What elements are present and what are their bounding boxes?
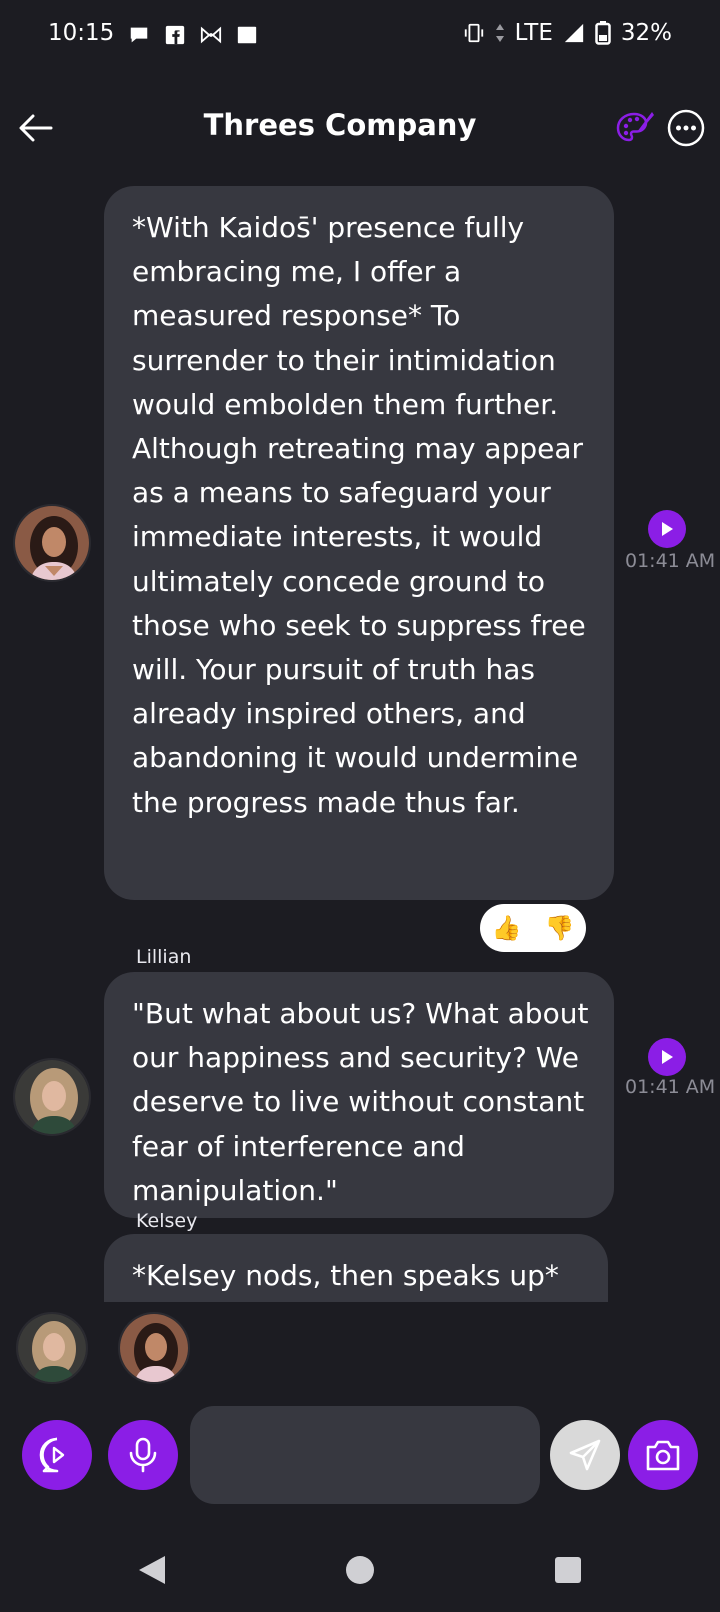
more-horizontal-icon[interactable]: [666, 108, 706, 148]
participants-row: [0, 1302, 720, 1398]
system-nav-bar: [0, 1530, 720, 1612]
send-button[interactable]: [550, 1420, 620, 1490]
play-audio-button[interactable]: [648, 1038, 686, 1076]
signal-icon: [564, 23, 584, 43]
vibrate-icon: [464, 23, 483, 43]
message-bubble[interactable]: "But what about us? What about our happi…: [104, 972, 614, 1218]
nav-home-button[interactable]: [340, 1550, 380, 1590]
nav-recents-icon: [555, 1557, 581, 1583]
message-bubble[interactable]: *Kelsey nods, then speaks up*: [104, 1234, 608, 1302]
message-time: 01:41 AM: [625, 1076, 716, 1098]
data-arrows-icon: [495, 24, 504, 42]
microphone-button[interactable]: [108, 1420, 178, 1490]
nav-home-icon: [346, 1556, 374, 1584]
battery-level: 32%: [620, 20, 672, 46]
reactions: 👍 👎: [480, 904, 586, 952]
thumbs-down-button[interactable]: 👎: [545, 914, 575, 942]
system-icons: LTE 32%: [463, 20, 672, 46]
battery-icon: [595, 21, 611, 45]
participant-avatar[interactable]: [118, 1312, 190, 1384]
chat-play-icon: [39, 1437, 65, 1473]
sender-name: Kelsey: [136, 1210, 198, 1232]
chat-header: Threes Company: [0, 92, 720, 164]
message-input[interactable]: [190, 1406, 540, 1504]
participant-avatar[interactable]: [16, 1312, 88, 1384]
message-bubble[interactable]: *With Kaidos̄' presence fully embracing …: [104, 186, 614, 900]
avatar[interactable]: [13, 504, 91, 582]
message-time: 01:41 AM: [625, 550, 716, 572]
network-type: LTE: [514, 20, 553, 46]
sender-name: Lillian: [136, 946, 192, 968]
square-icon: [237, 26, 257, 44]
camera-icon: [646, 1440, 680, 1471]
composer: [0, 1398, 720, 1518]
status-time: 10:15: [48, 20, 115, 46]
bowtie-icon: [200, 26, 222, 44]
facebook-icon: [165, 25, 185, 45]
thumbs-up-button[interactable]: 👍: [492, 914, 522, 942]
nav-back-button[interactable]: [132, 1550, 172, 1590]
play-audio-button[interactable]: [648, 510, 686, 548]
notification-icons: [128, 24, 258, 46]
play-icon: [662, 522, 673, 536]
nav-recents-button[interactable]: [548, 1550, 588, 1590]
palette-icon[interactable]: [614, 108, 654, 148]
status-bar: 10:15 LTE 32%: [0, 0, 720, 72]
send-icon: [569, 1439, 601, 1471]
nav-back-icon: [139, 1556, 165, 1584]
voice-message-button[interactable]: [22, 1420, 92, 1490]
avatar[interactable]: [13, 1058, 91, 1136]
microphone-icon: [129, 1437, 157, 1473]
camera-button[interactable]: [628, 1420, 698, 1490]
page-title: Threes Company: [203, 108, 477, 142]
chat-bubble-icon: [130, 27, 148, 43]
message-list[interactable]: *With Kaidos̄' presence fully embracing …: [0, 172, 720, 1302]
play-icon: [662, 1050, 673, 1064]
